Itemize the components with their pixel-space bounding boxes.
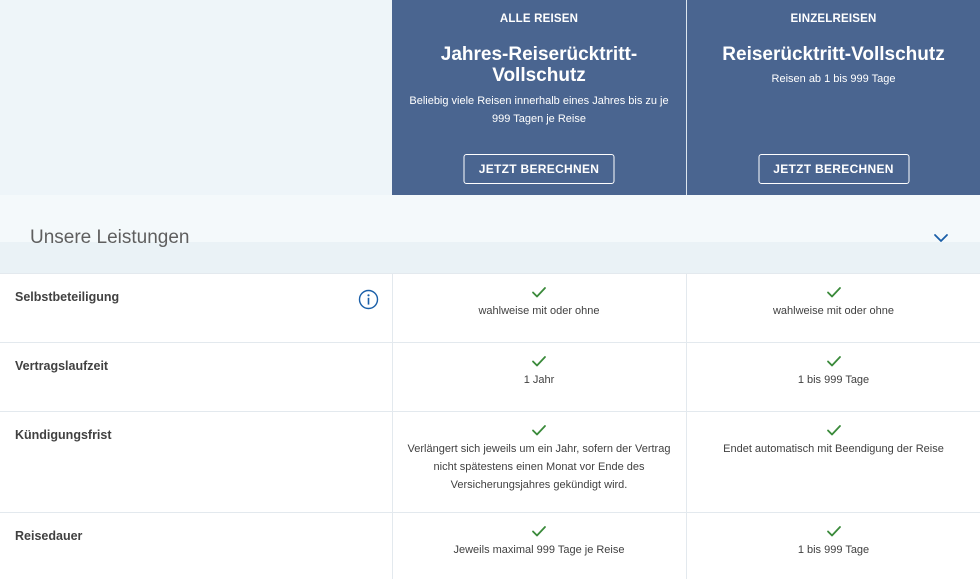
plan-subtitle: Beliebig viele Reisen innerhalb eines Ja… [409,95,669,125]
check-icon [532,356,546,367]
plan-header-einzel: EINZELREISEN Reiserücktritt-Vollschutz R… [687,0,980,195]
calculate-button-jahres[interactable]: JETZT BERECHNEN [463,154,615,184]
cell-jahres: Jeweils maximal 999 Tage je Reise [392,525,686,559]
cell-text: Endet automatisch mit Beendigung der Rei… [723,443,944,455]
check-icon [826,526,841,537]
cell-text: 1 bis 999 Tage [797,374,870,386]
row-label: Kündigungsfrist [15,428,112,442]
table-row: Kündigungsfrist Verlängert sich jeweils … [0,412,980,513]
plan-header-jahres: ALLE REISEN Jahres-Reiserücktritt-Vollsc… [392,0,686,195]
cell-einzel: 1 bis 999 Tage [687,525,980,559]
table-row: Selbstbeteiligung wahlweise mit oder ohn… [0,274,980,343]
comparison-header-empty [0,0,392,195]
check-icon [532,425,546,436]
row-label: Selbstbeteiligung [15,290,120,304]
plan-title: Reiserücktritt-Vollschutz [722,44,945,65]
plan-title: Jahres-Reiserücktritt-Vollschutz [440,44,638,86]
check-icon [532,526,546,537]
table-row: Vertragslaufzeit 1 Jahr 1 bis 999 Tage [0,343,980,412]
cell-text: wahlweise mit oder ohne [772,305,895,317]
plan-subtitle: Reisen ab 1 bis 999 Tage [771,73,896,85]
row-label: Vertragslaufzeit [15,359,109,373]
cell-text: wahlweise mit oder ohne [478,305,600,317]
section-header[interactable]: Unsere Leistungen [0,195,980,274]
cell-jahres: wahlweise mit oder ohne [392,286,686,320]
table-row: Reisedauer Jeweils maximal 999 Tage je R… [0,513,980,579]
calculate-button-einzel[interactable]: JETZT BERECHNEN [758,154,909,184]
cell-text: Jeweils maximal 999 Tage je Reise [453,544,625,556]
section-title: Unsere Leistungen [30,227,190,248]
check-icon [826,287,841,298]
plan-category: ALLE REISEN [499,13,579,25]
check-icon [826,356,841,367]
plan-category: EINZELREISEN [790,13,877,25]
check-icon [826,425,841,436]
cell-einzel: wahlweise mit oder ohne [687,286,980,320]
cell-text: Verlängert sich jeweils um ein Jahr, sof… [407,443,671,491]
info-icon[interactable] [358,289,379,310]
cell-jahres: Verlängert sich jeweils um ein Jahr, sof… [392,424,686,494]
cell-einzel: Endet automatisch mit Beendigung der Rei… [687,424,980,458]
row-label: Reisedauer [15,529,83,543]
check-icon [532,287,546,298]
chevron-down-icon[interactable] [931,231,951,245]
cell-jahres: 1 Jahr [392,355,686,389]
cell-text: 1 Jahr [523,374,555,386]
cell-einzel: 1 bis 999 Tage [687,355,980,389]
cell-text: 1 bis 999 Tage [797,544,870,556]
